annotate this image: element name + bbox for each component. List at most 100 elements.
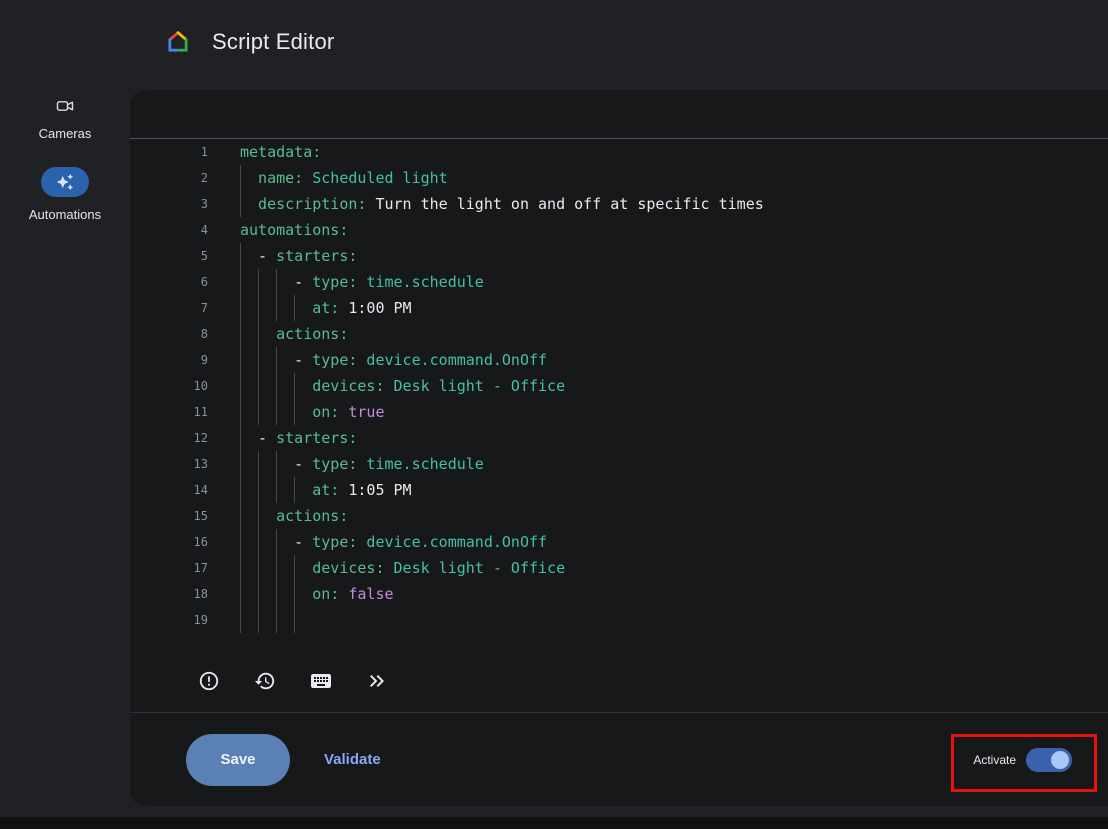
line-number: 14 [130, 477, 208, 503]
indent-guide [276, 347, 277, 373]
indent-guide [240, 425, 241, 451]
app-header: Script Editor [0, 0, 1108, 84]
line-number: 10 [130, 373, 208, 399]
save-button[interactable]: Save [186, 734, 290, 786]
code-line: 15actions: [130, 503, 1108, 529]
code-line: 3description: Turn the light on and off … [130, 191, 1108, 217]
bottom-strip [0, 817, 1108, 829]
indent-guide [258, 399, 259, 425]
indent-guide [258, 295, 259, 321]
code-line: 8actions: [130, 321, 1108, 347]
indent-guide [240, 451, 241, 477]
indent-guide [276, 451, 277, 477]
sidebar: Cameras Automations [0, 84, 130, 222]
problems-icon [198, 670, 220, 692]
indent-guide [294, 581, 295, 607]
indent-guide [294, 477, 295, 503]
indent-guide [276, 269, 277, 295]
indent-guide [258, 607, 259, 633]
validate-button[interactable]: Validate [318, 750, 387, 769]
indent-guide [240, 243, 241, 269]
indent-guide [294, 555, 295, 581]
indent-guide [258, 321, 259, 347]
code-line: 1metadata: [130, 139, 1108, 165]
code-line: 14at: 1:05 PM [130, 477, 1108, 503]
indent-guide [294, 399, 295, 425]
code-line: 9- type: device.command.OnOff [130, 347, 1108, 373]
line-number: 18 [130, 581, 208, 607]
code-line: 10devices: Desk light - Office [130, 373, 1108, 399]
activate-label: Activate [973, 753, 1016, 767]
line-number: 3 [130, 191, 208, 217]
code-line: 12- starters: [130, 425, 1108, 451]
line-number: 9 [130, 347, 208, 373]
google-home-logo [164, 28, 192, 56]
indent-guide [240, 269, 241, 295]
code-line: 16- type: device.command.OnOff [130, 529, 1108, 555]
line-number: 8 [130, 321, 208, 347]
line-number: 17 [130, 555, 208, 581]
indent-guide [240, 191, 241, 217]
line-number: 4 [130, 217, 208, 243]
more-tools-button[interactable] [356, 660, 398, 702]
indent-guide [276, 607, 277, 633]
activate-toggle[interactable] [1026, 748, 1072, 772]
auto-awesome-icon [56, 173, 74, 191]
indent-guide [258, 503, 259, 529]
videocam-icon [55, 96, 75, 116]
indent-guide [258, 555, 259, 581]
indent-guide [276, 295, 277, 321]
indent-guide [240, 347, 241, 373]
indent-guide [258, 477, 259, 503]
indent-guide [276, 529, 277, 555]
code-line: 17devices: Desk light - Office [130, 555, 1108, 581]
indent-guide [240, 555, 241, 581]
history-button[interactable] [244, 660, 286, 702]
line-number: 6 [130, 269, 208, 295]
indent-guide [276, 399, 277, 425]
indent-guide [240, 607, 241, 633]
keyboard-icon [309, 669, 333, 693]
toggle-knob [1051, 751, 1069, 769]
indent-guide [294, 373, 295, 399]
indent-guide [294, 295, 295, 321]
line-number: 19 [130, 607, 208, 633]
indent-guide [240, 581, 241, 607]
problems-button[interactable] [188, 660, 230, 702]
editor-toolbar [130, 650, 1108, 712]
code-editor[interactable]: 1metadata:2name: Scheduled light3descrip… [130, 138, 1108, 644]
indent-guide [258, 373, 259, 399]
indent-guide [240, 295, 241, 321]
indent-guide [276, 581, 277, 607]
sidebar-item-label: Automations [29, 207, 101, 222]
line-number: 13 [130, 451, 208, 477]
indent-guide [276, 477, 277, 503]
double-chevron-right-icon [365, 669, 389, 693]
code-line: 19 [130, 607, 1108, 633]
active-nav-pill [41, 167, 89, 197]
line-number: 1 [130, 139, 208, 165]
indent-guide [240, 503, 241, 529]
sidebar-item-cameras[interactable]: Cameras [39, 96, 92, 141]
indent-guide [276, 373, 277, 399]
indent-guide [240, 399, 241, 425]
line-number: 15 [130, 503, 208, 529]
activate-control: Activate [973, 748, 1072, 772]
code-line: 11on: true [130, 399, 1108, 425]
code-line: 5- starters: [130, 243, 1108, 269]
sidebar-item-automations[interactable]: Automations [29, 167, 101, 222]
line-number: 2 [130, 165, 208, 191]
line-number: 5 [130, 243, 208, 269]
code-line: 18on: false [130, 581, 1108, 607]
indent-guide [258, 451, 259, 477]
code-line: 13- type: time.schedule [130, 451, 1108, 477]
indent-guide [258, 269, 259, 295]
indent-guide [258, 581, 259, 607]
keyboard-button[interactable] [300, 660, 342, 702]
code-line: 2name: Scheduled light [130, 165, 1108, 191]
history-icon [254, 670, 276, 692]
indent-guide [240, 477, 241, 503]
line-number: 16 [130, 529, 208, 555]
code-line: 7at: 1:00 PM [130, 295, 1108, 321]
line-number: 7 [130, 295, 208, 321]
